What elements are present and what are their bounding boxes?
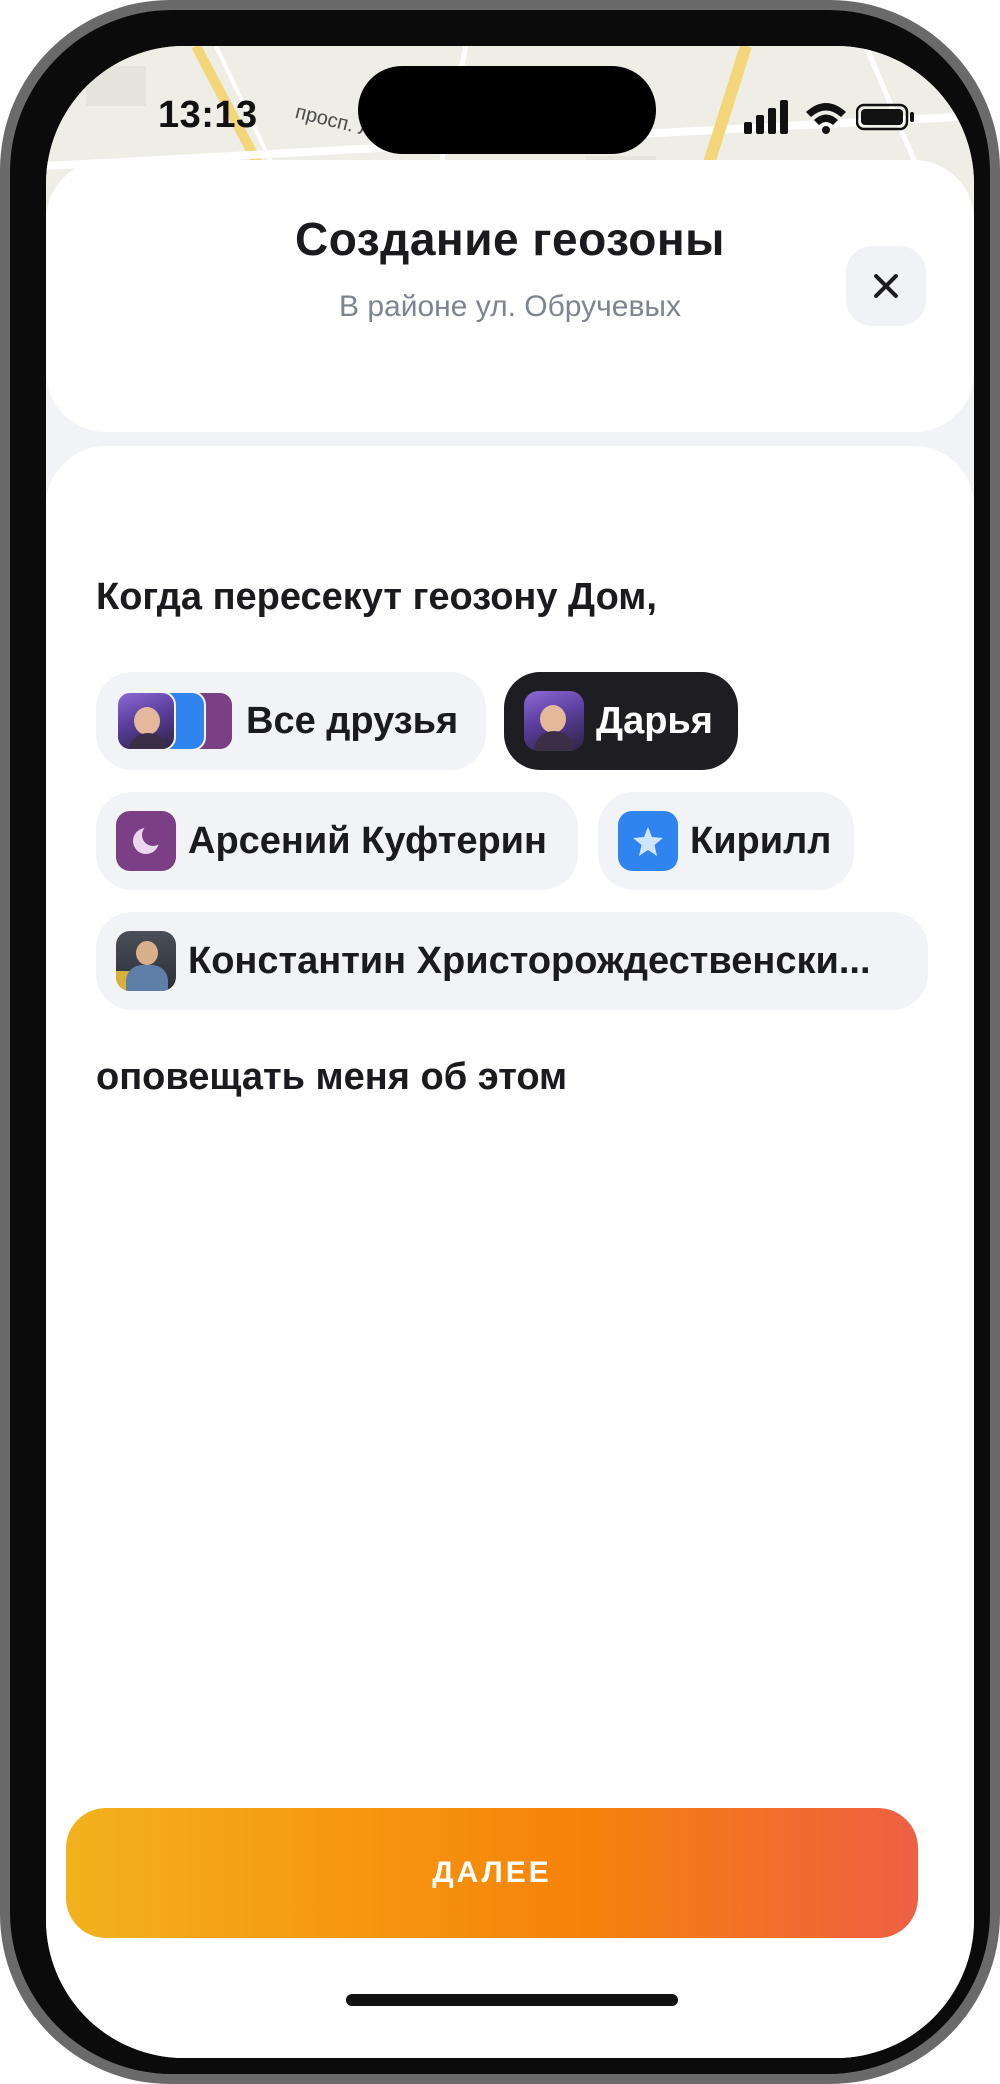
- dynamic-island: [358, 66, 656, 154]
- status-time: 13:13: [158, 94, 258, 136]
- screen: просп. Луна 13:13 Создание геозоны В рай…: [46, 46, 974, 2058]
- close-button[interactable]: [846, 246, 926, 326]
- home-indicator: [346, 1994, 678, 2006]
- page-title: Создание геозоны: [295, 213, 725, 265]
- chip-konstantin[interactable]: Константин Христорождественски...: [96, 912, 928, 1010]
- status-icons: [710, 100, 914, 134]
- chip-label: Арсений Куфтерин: [188, 819, 547, 862]
- group-avatar-stack: [116, 691, 234, 751]
- page-subtitle: В районе ул. Обручевых: [339, 290, 681, 323]
- tail-text: оповещать меня об этом: [96, 1056, 568, 1098]
- phone-frame: просп. Луна 13:13 Создание геозоны В рай…: [0, 0, 1000, 2084]
- next-button-label: ДАЛЕЕ: [432, 1856, 552, 1889]
- battery-icon: [856, 103, 914, 131]
- avatar: [524, 691, 584, 751]
- lead-text: Когда пересекут геозону Дом,: [96, 576, 657, 618]
- next-button[interactable]: ДАЛЕЕ: [66, 1808, 918, 1938]
- avatar: [116, 811, 176, 871]
- chip-daria[interactable]: Дарья: [504, 672, 738, 770]
- avatar: [116, 931, 176, 991]
- header-card: Создание геозоны В районе ул. Обручевых: [46, 160, 974, 432]
- avatar: [618, 811, 678, 871]
- chip-label: Все друзья: [246, 699, 459, 742]
- chip-label: Константин Христорождественски...: [188, 939, 871, 982]
- signal-icon: [744, 100, 788, 134]
- star-icon: [633, 827, 663, 856]
- wifi-icon: [806, 103, 846, 134]
- chip-arseniy[interactable]: Арсений Куфтерин: [96, 792, 578, 890]
- phone-bezel: просп. Луна 13:13 Создание геозоны В рай…: [10, 10, 990, 2074]
- chip-kirill[interactable]: Кирилл: [598, 792, 854, 890]
- chip-label: Кирилл: [690, 819, 832, 862]
- chip-label: Дарья: [596, 699, 713, 742]
- avatar: [116, 691, 176, 751]
- chip-all-friends[interactable]: Все друзья: [96, 672, 486, 770]
- moon-icon: [133, 824, 164, 854]
